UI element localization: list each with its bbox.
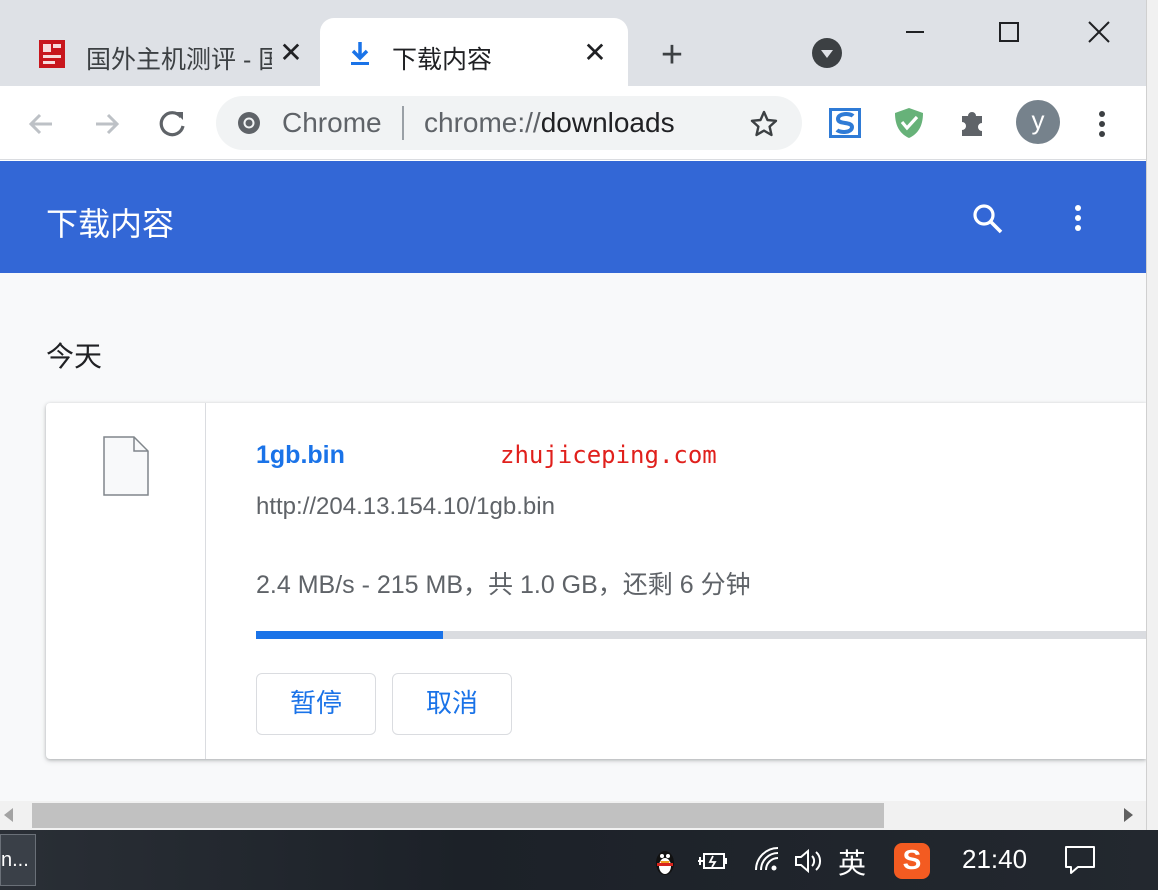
forward-arrow-icon[interactable]	[86, 104, 126, 144]
new-tab-button[interactable]: +	[652, 36, 692, 76]
downloads-header: 下载内容	[0, 161, 1146, 273]
more-vert-icon[interactable]	[1066, 201, 1090, 237]
toolbar: Chrome chrome://downloads y	[0, 86, 1146, 160]
file-icon	[103, 436, 149, 496]
extension-puzzle-icon[interactable]	[956, 106, 990, 140]
file-icon-column	[46, 403, 206, 759]
date-heading: 今天	[46, 341, 103, 372]
sogou-input-icon[interactable]: S	[894, 843, 930, 879]
shield-check-icon[interactable]	[892, 106, 926, 140]
url-host: downloads	[540, 107, 675, 138]
download-status: 2.4 MB/s - 215 MB，共 1.0 GB，还剩 6 分钟	[256, 571, 751, 599]
search-icon[interactable]	[970, 201, 1006, 237]
watermark-text: zhujiceping.com	[500, 441, 717, 469]
url-text: chrome://downloads	[424, 107, 675, 139]
downloads-list: 今天 1gb.bin zhujiceping.com http://204.13…	[0, 273, 1146, 801]
tab-title: 下载内容	[392, 46, 493, 74]
minimize-icon[interactable]	[892, 12, 938, 52]
download-progress-bar	[256, 631, 1146, 639]
tab-strip: 国外主机测评 - 国 ✕ 下载内容 ✕ +	[0, 0, 1146, 86]
site-favicon-icon	[39, 40, 65, 68]
power-plug-icon[interactable]	[696, 844, 730, 878]
download-item: 1gb.bin zhujiceping.com http://204.13.15…	[46, 403, 1146, 759]
progress-fill	[256, 631, 443, 639]
tab-downloads[interactable]: 下载内容 ✕	[320, 18, 628, 86]
tab-search-button[interactable]	[812, 38, 842, 68]
download-icon	[351, 42, 369, 65]
url-scheme: chrome://	[424, 107, 541, 138]
qq-penguin-icon[interactable]	[648, 844, 682, 878]
scroll-right-icon[interactable]	[1124, 808, 1133, 822]
page-title: 下载内容	[46, 206, 175, 242]
maximize-icon[interactable]	[986, 12, 1032, 52]
action-center-icon[interactable]	[1062, 842, 1098, 878]
origin-chip: Chrome	[282, 107, 382, 138]
star-icon[interactable]	[748, 108, 780, 140]
tab-zhujiceping[interactable]: 国外主机测评 - 国 ✕	[20, 18, 316, 86]
tab-close-icon[interactable]: ✕	[580, 38, 610, 68]
window-close-icon[interactable]	[1076, 12, 1122, 52]
vertical-scrollbar[interactable]	[1146, 0, 1158, 830]
ime-language-indicator[interactable]: 英	[838, 842, 866, 882]
scroll-left-icon[interactable]	[4, 808, 13, 822]
profile-avatar[interactable]: y	[1016, 100, 1060, 144]
back-arrow-icon[interactable]	[22, 104, 62, 144]
tab-close-icon[interactable]: ✕	[276, 38, 306, 68]
file-name-link[interactable]: 1gb.bin	[256, 441, 345, 470]
s-extension-icon[interactable]	[828, 106, 862, 140]
scrollbar-thumb[interactable]	[32, 803, 884, 828]
tab-title: 国外主机测评 - 国	[86, 46, 272, 74]
volume-icon[interactable]	[792, 844, 826, 878]
taskbar-app-button[interactable]: n...	[0, 834, 36, 886]
source-url-link[interactable]: http://204.13.154.10/1gb.bin	[256, 493, 555, 521]
windows-taskbar: n... 英 S 21:40	[0, 830, 1158, 890]
address-bar[interactable]: Chrome chrome://downloads	[216, 96, 802, 150]
reload-icon[interactable]	[152, 104, 192, 144]
omnibox-separator	[402, 106, 404, 140]
taskbar-clock[interactable]: 21:40	[962, 844, 1027, 875]
more-vert-icon[interactable]	[1090, 106, 1114, 142]
pause-button[interactable]: 暂停	[256, 673, 376, 735]
chrome-icon	[238, 112, 260, 134]
cancel-button[interactable]: 取消	[392, 673, 512, 735]
wifi-icon[interactable]	[752, 844, 786, 878]
horizontal-scrollbar[interactable]	[0, 801, 1146, 830]
